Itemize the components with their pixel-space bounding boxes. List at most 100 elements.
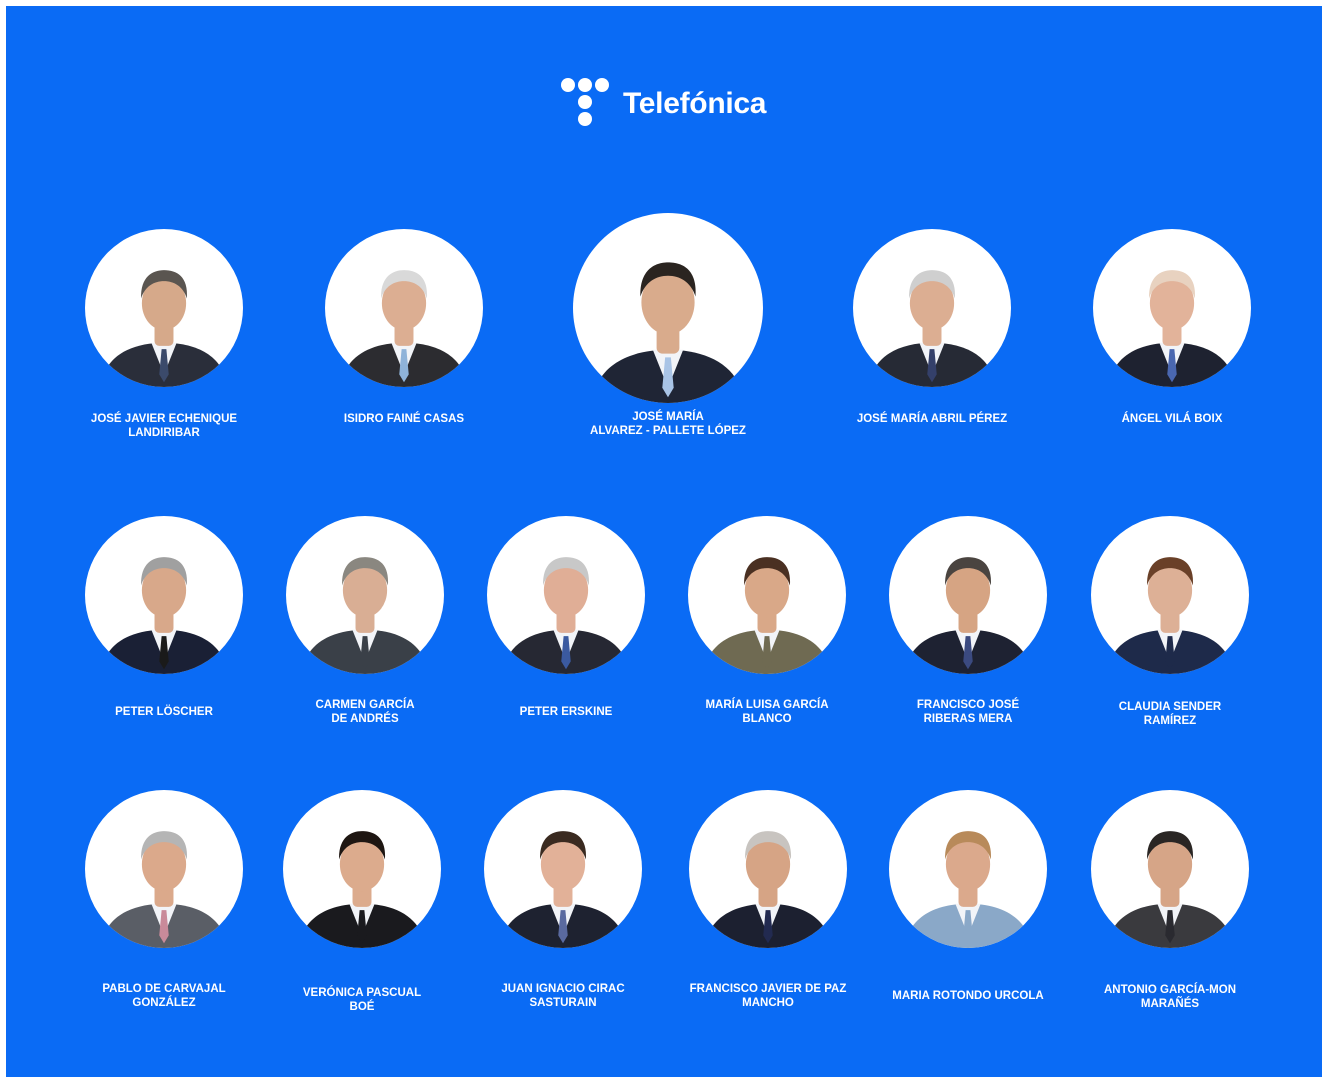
board-member: JOSÉ MARÍA ALVAREZ - PALLETE LÓPEZ bbox=[573, 213, 763, 437]
portrait-photo bbox=[1106, 831, 1234, 948]
member-name-line: ANTONIO GARCÍA-MON bbox=[1103, 984, 1237, 996]
board-member: PETER LÖSCHER bbox=[85, 516, 243, 718]
member-name: PETER LÖSCHER bbox=[69, 705, 259, 719]
board-member: ÁNGEL VILÁ BOIX bbox=[1093, 229, 1251, 425]
portrait-photo bbox=[904, 831, 1032, 948]
member-portrait bbox=[85, 790, 243, 948]
portrait-photo bbox=[340, 270, 468, 387]
board-member: ISIDRO FAINÉ CASAS bbox=[325, 229, 483, 425]
member-name-line: VERÓNICA PASCUAL bbox=[302, 987, 422, 999]
member-name: ANTONIO GARCÍA-MON MARAÑÉS bbox=[1075, 983, 1265, 1011]
member-name-line: ALVAREZ - PALLETE LÓPEZ bbox=[590, 425, 746, 437]
member-name: JOSÉ MARÍA ABRIL PÉREZ bbox=[837, 412, 1027, 426]
member-portrait bbox=[689, 790, 847, 948]
board-member: JOSÉ MARÍA ABRIL PÉREZ bbox=[853, 229, 1011, 425]
portrait-photo bbox=[704, 831, 832, 948]
member-name-line: ÁNGEL VILÁ BOIX bbox=[1121, 413, 1223, 425]
portrait-photo bbox=[1106, 557, 1234, 674]
member-name-line: SASTURAIN bbox=[529, 997, 597, 1009]
board-member: JUAN IGNACIO CIRAC SASTURAIN bbox=[484, 790, 642, 1009]
member-name-line: FRANCISCO JAVIER DE PAZ bbox=[689, 983, 847, 995]
member-name-line: CARMEN GARCÍA bbox=[315, 699, 415, 711]
board-member: PETER ERSKINE bbox=[487, 516, 645, 718]
board-member: CLAUDIA SENDER RAMÍREZ bbox=[1091, 516, 1249, 727]
member-name-line: FRANCISCO JOSÉ bbox=[916, 699, 1020, 711]
member-name-line: MARIA ROTONDO URCOLA bbox=[892, 990, 1044, 1002]
member-portrait bbox=[889, 516, 1047, 674]
member-name: CLAUDIA SENDER RAMÍREZ bbox=[1075, 700, 1265, 728]
member-portrait bbox=[853, 229, 1011, 387]
member-name-line: BLANCO bbox=[742, 713, 792, 725]
member-name: ÁNGEL VILÁ BOIX bbox=[1077, 412, 1267, 426]
member-name-line: RIBERAS MERA bbox=[923, 713, 1013, 725]
member-name-line: CLAUDIA SENDER bbox=[1118, 701, 1222, 713]
board-panel: Telefónica JOSÉ JAVIER ECHENIQUE LANDIRIB… bbox=[6, 6, 1322, 1077]
member-portrait bbox=[85, 229, 243, 387]
board-member: MARÍA LUISA GARCÍA BLANCO bbox=[688, 516, 846, 725]
member-name: CARMEN GARCÍA DE ANDRÉS bbox=[270, 698, 460, 726]
member-name-line: ISIDRO FAINÉ CASAS bbox=[343, 413, 465, 425]
member-portrait bbox=[573, 213, 763, 403]
portrait-photo bbox=[1108, 270, 1236, 387]
member-name: JUAN IGNACIO CIRAC SASTURAIN bbox=[468, 982, 658, 1010]
portrait-photo bbox=[100, 557, 228, 674]
member-name: ISIDRO FAINÉ CASAS bbox=[309, 412, 499, 426]
member-name-line: GONZÁLEZ bbox=[132, 997, 196, 1009]
member-name: MARIA ROTONDO URCOLA bbox=[873, 989, 1063, 1003]
portrait-photo bbox=[499, 831, 627, 948]
brand-name: Telefónica bbox=[623, 87, 767, 120]
member-name: VERÓNICA PASCUAL BOÉ bbox=[267, 986, 457, 1014]
member-name-line: LANDIRIBAR bbox=[128, 427, 200, 439]
member-portrait bbox=[889, 790, 1047, 948]
board-member: FRANCISCO JAVIER DE PAZ MANCHO bbox=[689, 790, 847, 1009]
member-name: FRANCISCO JAVIER DE PAZ MANCHO bbox=[673, 982, 863, 1010]
member-portrait bbox=[487, 516, 645, 674]
member-portrait bbox=[1091, 516, 1249, 674]
member-name-line: BOÉ bbox=[349, 1001, 375, 1013]
board-member: FRANCISCO JOSÉ RIBERAS MERA bbox=[889, 516, 1047, 725]
member-name: JOSÉ JAVIER ECHENIQUE LANDIRIBAR bbox=[69, 412, 259, 440]
member-portrait bbox=[286, 516, 444, 674]
member-name-line: PETER LÖSCHER bbox=[115, 706, 213, 718]
portrait-photo bbox=[703, 557, 831, 674]
board-member: ANTONIO GARCÍA-MON MARAÑÉS bbox=[1091, 790, 1249, 1010]
member-name-line: MARAÑÉS bbox=[1140, 998, 1200, 1010]
board-member: MARIA ROTONDO URCOLA bbox=[889, 790, 1047, 1002]
member-name-line: MARÍA LUISA GARCÍA bbox=[705, 699, 829, 711]
portrait-photo bbox=[904, 557, 1032, 674]
member-name-line: PABLO DE CARVAJAL bbox=[102, 983, 226, 995]
member-portrait bbox=[1091, 790, 1249, 948]
portrait-photo bbox=[502, 557, 630, 674]
member-name: FRANCISCO JOSÉ RIBERAS MERA bbox=[873, 698, 1063, 726]
board-member: JOSÉ JAVIER ECHENIQUE LANDIRIBAR bbox=[85, 229, 243, 439]
telefonica-dots-icon bbox=[561, 76, 613, 132]
member-name: PETER ERSKINE bbox=[471, 705, 661, 719]
member-portrait bbox=[1093, 229, 1251, 387]
portrait-photo bbox=[100, 831, 228, 948]
member-name: JOSÉ MARÍA ALVAREZ - PALLETE LÓPEZ bbox=[573, 410, 763, 438]
member-name-line: JUAN IGNACIO CIRAC bbox=[501, 983, 625, 995]
member-name-line: JOSÉ JAVIER ECHENIQUE bbox=[90, 413, 238, 425]
portrait-photo bbox=[868, 270, 996, 387]
member-name-line: DE ANDRÉS bbox=[331, 713, 399, 725]
member-name-line: JOSÉ MARÍA ABRIL PÉREZ bbox=[856, 413, 1008, 425]
portrait-photo bbox=[592, 262, 744, 403]
telefonica-logo: Telefónica bbox=[561, 76, 766, 132]
member-portrait bbox=[325, 229, 483, 387]
member-name: PABLO DE CARVAJAL GONZÁLEZ bbox=[69, 982, 259, 1010]
member-portrait bbox=[85, 516, 243, 674]
member-name-line: MANCHO bbox=[742, 997, 794, 1009]
member-name-line: PETER ERSKINE bbox=[519, 706, 613, 718]
member-portrait bbox=[283, 790, 441, 948]
member-name-line: JOSÉ MARÍA bbox=[632, 411, 704, 423]
board-member: VERÓNICA PASCUAL BOÉ bbox=[283, 790, 441, 1013]
member-name-line: RAMÍREZ bbox=[1143, 715, 1197, 727]
board-member: PABLO DE CARVAJAL GONZÁLEZ bbox=[85, 790, 243, 1009]
portrait-photo bbox=[100, 270, 228, 387]
portrait-photo bbox=[301, 557, 429, 674]
member-name: MARÍA LUISA GARCÍA BLANCO bbox=[672, 698, 862, 726]
member-portrait bbox=[688, 516, 846, 674]
member-portrait bbox=[484, 790, 642, 948]
portrait-photo bbox=[298, 831, 426, 948]
board-member: CARMEN GARCÍA DE ANDRÉS bbox=[286, 516, 444, 725]
